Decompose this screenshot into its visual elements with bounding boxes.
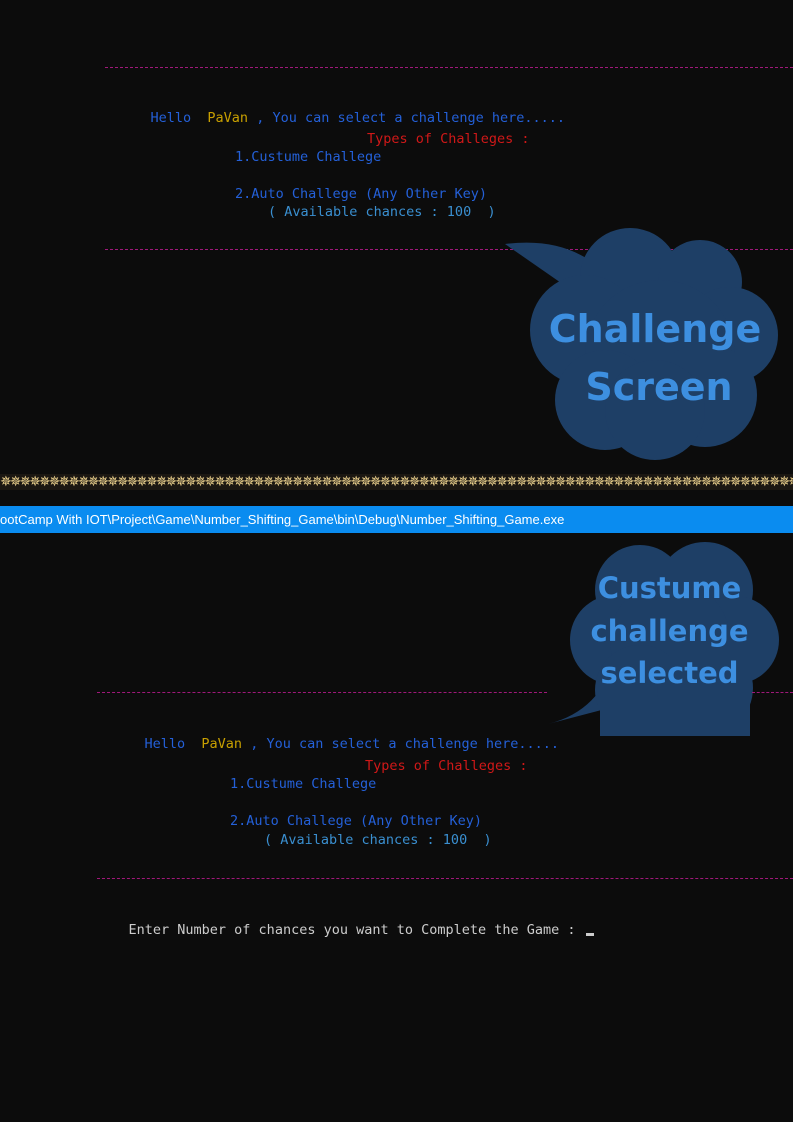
top-option-2: 2.Auto Challege (Any Other Key) [235,186,487,202]
chances-input-line[interactable]: Enter Number of chances you want to Comp… [96,906,594,954]
callout-1-line-1: Challenge [548,307,762,351]
bottom-available-chances: ( Available chances : 100 ) [264,832,492,848]
callout-2-line-1: Custume [597,571,742,605]
bottom-user-name: PaVan [201,736,243,752]
top-dashed-separator-1 [105,67,793,68]
top-greeting-hello: Hello [150,110,192,126]
top-available-chances: ( Available chances : 100 ) [268,204,496,220]
chances-prompt: Enter Number of chances you want to Comp… [128,922,576,938]
top-user-name: PaVan [207,110,249,126]
top-option-1: 1.Custume Challege [235,149,382,165]
callout-2-line-2: challenge [590,614,749,648]
text-cursor[interactable] [585,933,594,936]
bottom-greeting-rest: , You can select a challenge here..... [250,736,560,752]
bottom-dashed-separator-1 [97,692,547,693]
top-greeting-rest: , You can select a challenge here..... [256,110,566,126]
callout-1-line-2: Screen [585,365,733,409]
bottom-option-2: 2.Auto Challege (Any Other Key) [230,813,482,829]
console-title-path: ootCamp With IOT\Project\Game\Number_Shi… [0,512,565,527]
console-title-bar[interactable]: ootCamp With IOT\Project\Game\Number_Shi… [0,506,793,533]
top-types-header: Types of Challeges : [367,131,530,147]
custume-challenge-callout-text: Custume challenge selected [582,574,757,688]
bottom-option-1: 1.Custume Challege [230,776,377,792]
bottom-dashed-separator-1b [752,692,793,693]
challenge-screen-callout-text: Challenge Screen [530,310,780,406]
callout-2-line-3: selected [600,656,739,690]
bottom-dashed-separator-2 [97,878,793,879]
decorative-star-divider: ✵✵✵✵✵✵✵✵✵✵✵✵✵✵✵✵✵✵✵✵✵✵✵✵✵✵✵✵✵✵✵✵✵✵✵✵✵✵✵✵… [0,474,793,490]
bottom-greeting-hello: Hello [144,736,186,752]
bottom-types-header: Types of Challeges : [365,758,528,774]
